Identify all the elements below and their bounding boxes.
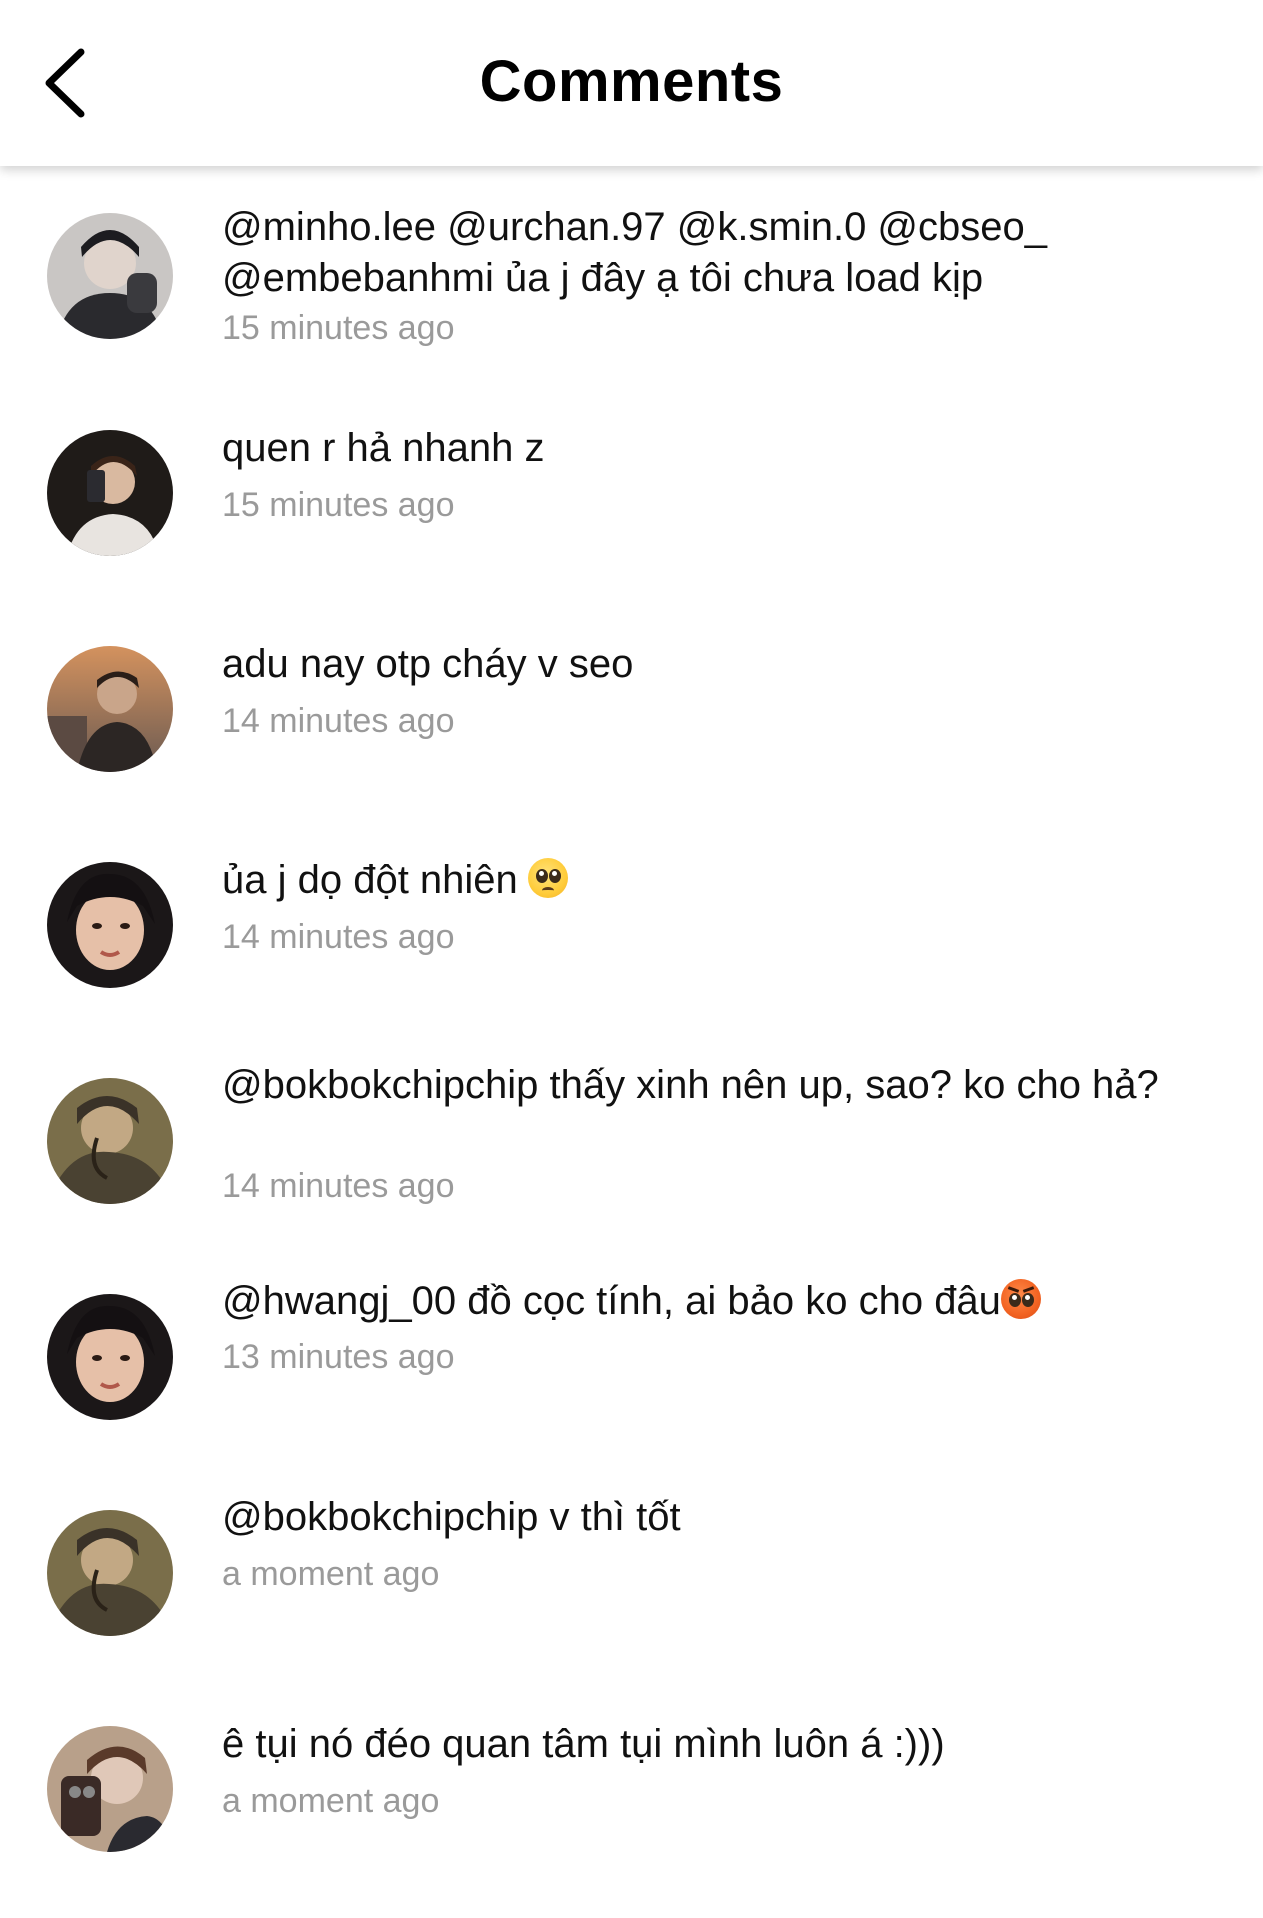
comment-timestamp: 14 minutes ago bbox=[222, 702, 455, 740]
avatar[interactable] bbox=[47, 213, 173, 339]
avatar-photo bbox=[47, 1726, 173, 1852]
comment-timestamp: 13 minutes ago bbox=[222, 1338, 455, 1376]
comment-text[interactable]: quen r hả nhanh z bbox=[222, 423, 1202, 474]
avatar[interactable] bbox=[47, 1294, 173, 1420]
avatar-photo bbox=[47, 1078, 173, 1204]
comment-timestamp: 15 minutes ago bbox=[222, 486, 455, 524]
avatar-photo bbox=[47, 862, 173, 988]
avatar[interactable] bbox=[47, 862, 173, 988]
comment-text-content: @hwangj_00 đồ cọc tính, ai bảo ko cho đâ… bbox=[222, 1279, 1001, 1323]
avatar-photo bbox=[47, 646, 173, 772]
angry-face-icon bbox=[1000, 1279, 1041, 1319]
comment-timestamp: a moment ago bbox=[222, 1555, 440, 1593]
comment-timestamp: 14 minutes ago bbox=[222, 1167, 455, 1205]
comment-text[interactable]: @minho.lee @urchan.97 @k.smin.0 @cbseo_ … bbox=[222, 202, 1202, 304]
comment-text[interactable]: ủa j dọ đột nhiên bbox=[222, 855, 1202, 906]
comment-timestamp: a moment ago bbox=[222, 1782, 440, 1820]
comment-text[interactable]: @bokbokchipchip thấy xinh nên up, sao? k… bbox=[222, 1060, 1202, 1111]
comment-text-content: ủa j dọ đột nhiên bbox=[222, 858, 518, 902]
comment-text[interactable]: @hwangj_00 đồ cọc tính, ai bảo ko cho đâ… bbox=[222, 1276, 1202, 1327]
avatar[interactable] bbox=[47, 646, 173, 772]
avatar[interactable] bbox=[47, 430, 173, 556]
page-title: Comments bbox=[479, 49, 784, 114]
avatar[interactable] bbox=[47, 1726, 173, 1852]
comment-text[interactable]: adu nay otp cháy v seo bbox=[222, 639, 1202, 690]
pleading-face-icon bbox=[527, 858, 568, 898]
comment-text[interactable]: ê tụi nó đéo quan tâm tụi mình luôn á :)… bbox=[222, 1719, 1202, 1770]
avatar[interactable] bbox=[47, 1510, 173, 1636]
avatar-photo bbox=[47, 213, 173, 339]
comment-timestamp: 14 minutes ago bbox=[222, 918, 455, 956]
comment-timestamp: 15 minutes ago bbox=[222, 309, 455, 347]
avatar-photo bbox=[47, 430, 173, 556]
avatar-photo bbox=[47, 1510, 173, 1636]
avatar[interactable] bbox=[47, 1078, 173, 1204]
header-bar: Comments bbox=[0, 0, 1263, 166]
avatar-photo bbox=[47, 1294, 173, 1420]
comment-text[interactable]: @bokbokchipchip v thì tốt bbox=[222, 1492, 1202, 1543]
